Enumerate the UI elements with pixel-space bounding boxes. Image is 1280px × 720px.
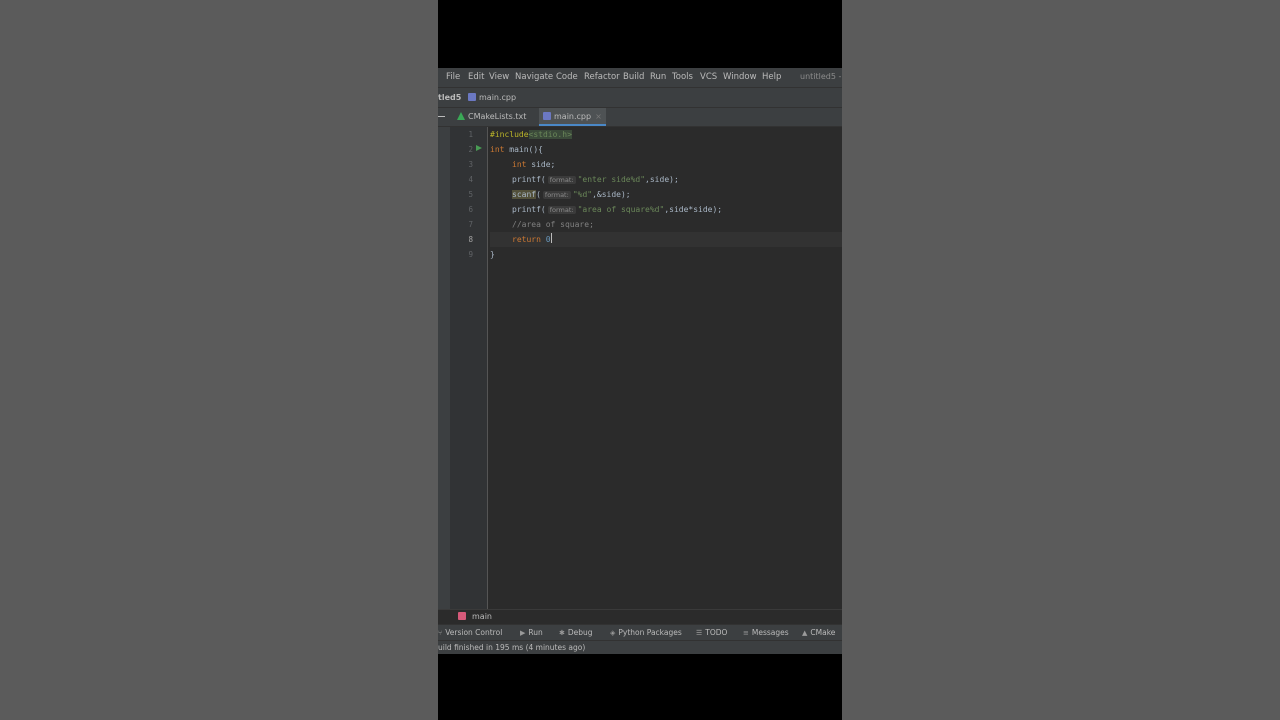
line-number: 4 — [468, 175, 473, 184]
code-line-7: //area of square; — [512, 220, 594, 229]
breadcrumb-item-main[interactable]: main — [472, 612, 492, 621]
menu-build[interactable]: Build — [623, 72, 644, 82]
line-number: 1 — [468, 130, 473, 139]
menu-refactor[interactable]: Refactor — [584, 72, 620, 82]
code-editor[interactable]: #include<stdio.h> int main(){ int side; … — [490, 127, 842, 617]
tool-todo[interactable]: ☰ TODO — [696, 628, 727, 637]
text-caret — [550, 233, 552, 243]
menu-tools[interactable]: Tools — [672, 72, 693, 82]
background-right — [842, 0, 1280, 720]
cmake-icon — [457, 112, 465, 120]
cpp-file-icon — [468, 93, 476, 101]
branch-icon: ⑂ — [438, 629, 443, 637]
code-line-5: scanf(format: "%d",&side); — [512, 190, 631, 199]
code-line-3: int side; — [512, 160, 556, 169]
navigation-bar: tled5 main.cpp — [438, 88, 842, 108]
tab-main-cpp[interactable]: main.cpp × — [539, 108, 606, 126]
cpp-file-icon — [543, 112, 551, 120]
editor-gutter: 1 2 3 4 5 6 7 8 9 — [450, 127, 488, 617]
code-line-8: return 0 — [512, 233, 552, 244]
line-number: 9 — [468, 250, 473, 259]
run-gutter-icon[interactable] — [476, 145, 482, 151]
parameter-hint: format: — [547, 206, 576, 214]
window-title: untitled5 - m — [800, 72, 842, 81]
tool-debug[interactable]: ✱ Debug — [559, 628, 593, 637]
menu-window[interactable]: Window — [723, 72, 757, 82]
cmake-icon: ▲ — [802, 629, 808, 637]
video-frame: File Edit View Navigate Code Refactor Bu… — [438, 0, 842, 720]
tool-messages[interactable]: ≡ Messages — [743, 628, 789, 637]
menu-edit[interactable]: Edit — [468, 72, 484, 82]
breadcrumb: main — [438, 609, 842, 623]
editor-tabs: CMakeLists.txt main.cpp × — [438, 108, 842, 127]
menu-view[interactable]: View — [489, 72, 509, 82]
tool-cmake[interactable]: ▲ CMake — [802, 628, 835, 637]
play-icon: ▶ — [520, 629, 526, 637]
menu-navigate[interactable]: Navigate — [515, 72, 553, 82]
line-number: 3 — [468, 160, 473, 169]
line-number: 2 — [468, 145, 473, 154]
ide-window: File Edit View Navigate Code Refactor Bu… — [438, 68, 842, 654]
nav-file[interactable]: main.cpp — [468, 93, 516, 102]
line-number: 7 — [468, 220, 473, 229]
code-line-9: } — [490, 250, 495, 259]
nav-file-label: main.cpp — [479, 93, 517, 102]
nav-project[interactable]: tled5 — [438, 93, 461, 102]
menu-help[interactable]: Help — [762, 72, 781, 82]
tab-cmakelists[interactable]: CMakeLists.txt — [453, 108, 530, 126]
parameter-hint: format: — [542, 191, 571, 199]
tool-window-strip — [438, 127, 450, 617]
line-number: 6 — [468, 205, 473, 214]
code-line-4: printf(format: "enter side%d",side); — [512, 175, 679, 184]
tool-version-control[interactable]: ⑂ Version Control — [438, 628, 502, 637]
tool-run[interactable]: ▶ Run — [520, 628, 543, 637]
code-line-6: printf(format: "area of square%d",side*si… — [512, 205, 723, 214]
tool-python-packages[interactable]: ◈ Python Packages — [610, 628, 682, 637]
menu-file[interactable]: File — [446, 72, 460, 82]
close-icon[interactable]: × — [595, 112, 602, 121]
code-line-1: #include<stdio.h> — [490, 130, 572, 139]
menu-bar: File Edit View Navigate Code Refactor Bu… — [438, 68, 842, 88]
menu-code[interactable]: Code — [556, 72, 578, 82]
menu-vcs[interactable]: VCS — [700, 72, 717, 82]
minimize-icon[interactable] — [438, 116, 445, 117]
status-bar: uild finished in 195 ms (4 minutes ago) — [438, 640, 842, 654]
code-line-2: int main(){ — [490, 145, 543, 154]
tab-label: main.cpp — [554, 112, 592, 121]
tab-label: CMakeLists.txt — [468, 112, 527, 121]
function-icon — [458, 612, 466, 620]
line-number-current: 8 — [468, 235, 473, 244]
status-message: uild finished in 195 ms (4 minutes ago) — [438, 643, 586, 652]
tool-window-bar: ⑂ Version Control ▶ Run ✱ Debug ◈ Python Pac… — [438, 624, 842, 641]
menu-run[interactable]: Run — [650, 72, 666, 82]
parameter-hint: format: — [547, 176, 576, 184]
bug-icon: ✱ — [559, 629, 565, 637]
messages-icon: ≡ — [743, 629, 749, 637]
background-left — [0, 0, 438, 720]
list-icon: ☰ — [696, 629, 703, 637]
warning-highlight: scanf — [512, 190, 537, 199]
package-icon: ◈ — [610, 629, 616, 637]
line-number: 5 — [468, 190, 473, 199]
